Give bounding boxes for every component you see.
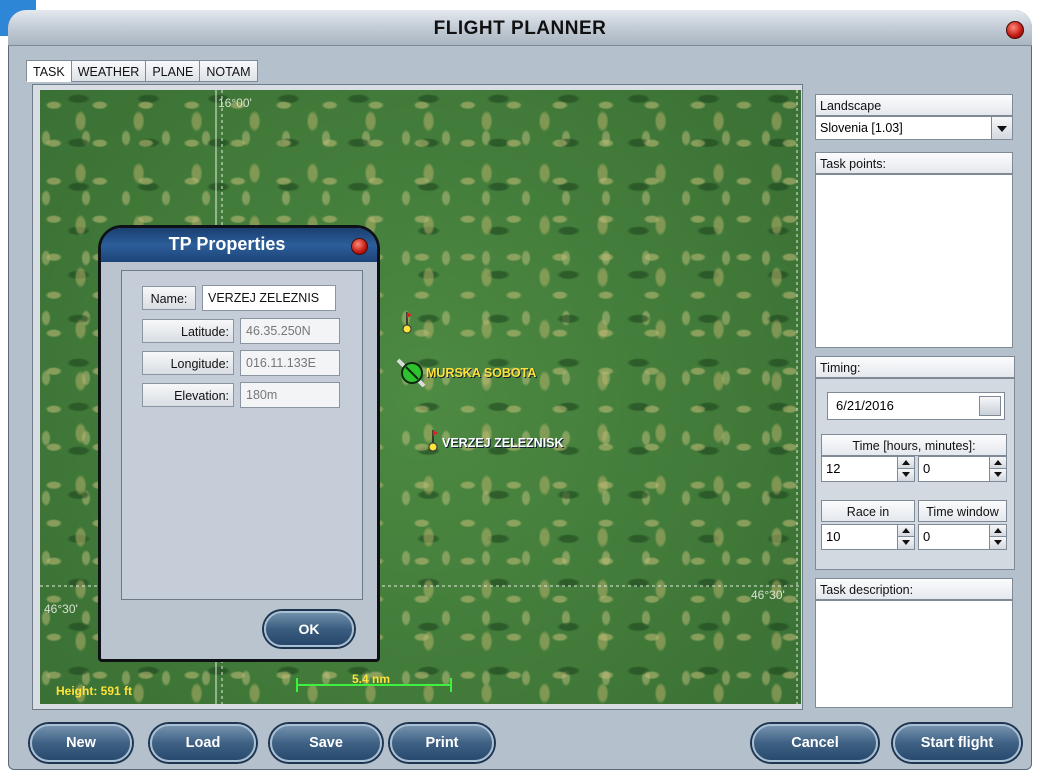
- spin-down-icon[interactable]: [898, 537, 914, 549]
- time-window-spin-buttons: [989, 525, 1006, 549]
- time-window-spinner[interactable]: 0: [918, 524, 1007, 550]
- start-flight-button[interactable]: Start flight: [893, 724, 1021, 762]
- race-in-header: Race in: [821, 500, 915, 522]
- longitude-label: Longitude:: [142, 351, 234, 375]
- airport-icon: [396, 358, 426, 388]
- waypoint-label: VERZEJ ZELEZNISK: [442, 436, 564, 450]
- tp-longitude-row: Longitude: 016.11.133E: [142, 350, 340, 376]
- calendar-button[interactable]: [979, 396, 1001, 416]
- hours-spinner[interactable]: 12: [821, 456, 915, 482]
- spin-down-icon[interactable]: [990, 537, 1006, 549]
- spin-down-icon[interactable]: [898, 469, 914, 481]
- close-icon[interactable]: [1006, 21, 1024, 39]
- hours-spin-buttons: [897, 457, 914, 481]
- tp-elevation-row: Elevation: 180m: [142, 382, 340, 408]
- date-value: 6/21/2016: [836, 398, 894, 413]
- latitude-label: Latitude:: [142, 319, 234, 343]
- landscape-select[interactable]: Slovenia [1.03]: [815, 116, 1013, 140]
- race-in-value: 10: [826, 529, 841, 544]
- time-header: Time [hours, minutes]:: [821, 434, 1007, 456]
- race-in-spinner[interactable]: 10: [821, 524, 915, 550]
- tp-name-row: Name: VERZEJ ZELEZNIS: [142, 285, 336, 311]
- date-field[interactable]: 6/21/2016: [827, 392, 1005, 420]
- tp-close-icon[interactable]: [351, 238, 368, 255]
- height-readout: Height: 591 ft: [56, 684, 133, 698]
- tp-properties-panel: Name: VERZEJ ZELEZNIS Latitude: 46.35.25…: [121, 270, 363, 600]
- spin-up-icon[interactable]: [990, 525, 1006, 537]
- latitude-grid-label-left: 46°30': [44, 602, 78, 616]
- tab-bar: TASK WEATHER PLANE NOTAM: [26, 60, 258, 82]
- latitude-field[interactable]: 46.35.250N: [240, 318, 340, 344]
- waypoint-marker-top: [402, 312, 412, 334]
- landscape-header: Landscape: [815, 94, 1013, 116]
- load-button[interactable]: Load: [150, 724, 256, 762]
- chevron-down-icon[interactable]: [991, 117, 1012, 139]
- name-label: Name:: [142, 286, 196, 310]
- spin-up-icon[interactable]: [898, 525, 914, 537]
- minutes-value: 0: [923, 461, 931, 476]
- task-points-list[interactable]: [815, 174, 1013, 348]
- task-points-header: Task points:: [815, 152, 1013, 174]
- window-title: FLIGHT PLANNER: [433, 18, 607, 39]
- time-window-value: 0: [923, 529, 931, 544]
- ok-button[interactable]: OK: [264, 611, 354, 647]
- cancel-button[interactable]: Cancel: [752, 724, 878, 762]
- title-bar: FLIGHT PLANNER: [8, 10, 1032, 46]
- tp-properties-dialog: TP Properties Name: VERZEJ ZELEZNIS Lati…: [98, 225, 380, 662]
- spin-up-icon[interactable]: [898, 457, 914, 469]
- time-window-header: Time window: [918, 500, 1007, 522]
- tp-dialog-title: TP Properties: [168, 234, 286, 254]
- tp-dialog-titlebar[interactable]: TP Properties: [101, 228, 377, 262]
- tab-weather[interactable]: WEATHER: [70, 60, 147, 82]
- latitude-grid-label-right: 46°30': [751, 588, 785, 602]
- scale-tick-right: [450, 678, 452, 692]
- tab-task[interactable]: TASK: [26, 60, 72, 82]
- timing-header: Timing:: [815, 356, 1015, 378]
- longitude-grid-label: 16°00': [218, 96, 252, 110]
- save-button[interactable]: Save: [270, 724, 382, 762]
- race-in-spin-buttons: [897, 525, 914, 549]
- hours-value: 12: [826, 461, 841, 476]
- new-button[interactable]: New: [30, 724, 132, 762]
- longitude-field[interactable]: 016.11.133E: [240, 350, 340, 376]
- spin-down-icon[interactable]: [990, 469, 1006, 481]
- print-button[interactable]: Print: [390, 724, 494, 762]
- minutes-spinner[interactable]: 0: [918, 456, 1007, 482]
- task-description-box[interactable]: [815, 600, 1013, 708]
- minutes-spin-buttons: [989, 457, 1006, 481]
- task-description-header: Task description:: [815, 578, 1013, 600]
- spin-up-icon[interactable]: [990, 457, 1006, 469]
- airport-label: MURSKA SOBOTA: [426, 366, 537, 380]
- tab-notam[interactable]: NOTAM: [199, 60, 258, 82]
- tp-latitude-row: Latitude: 46.35.250N: [142, 318, 340, 344]
- name-field[interactable]: VERZEJ ZELEZNIS: [202, 285, 336, 311]
- elevation-label: Elevation:: [142, 383, 234, 407]
- landscape-select-value: Slovenia [1.03]: [820, 121, 903, 135]
- scale-tick-left: [296, 678, 298, 692]
- scale-bar: [296, 684, 452, 686]
- waypoint-marker-verzej: [428, 430, 438, 452]
- tab-plane[interactable]: PLANE: [145, 60, 201, 82]
- elevation-field[interactable]: 180m: [240, 382, 340, 408]
